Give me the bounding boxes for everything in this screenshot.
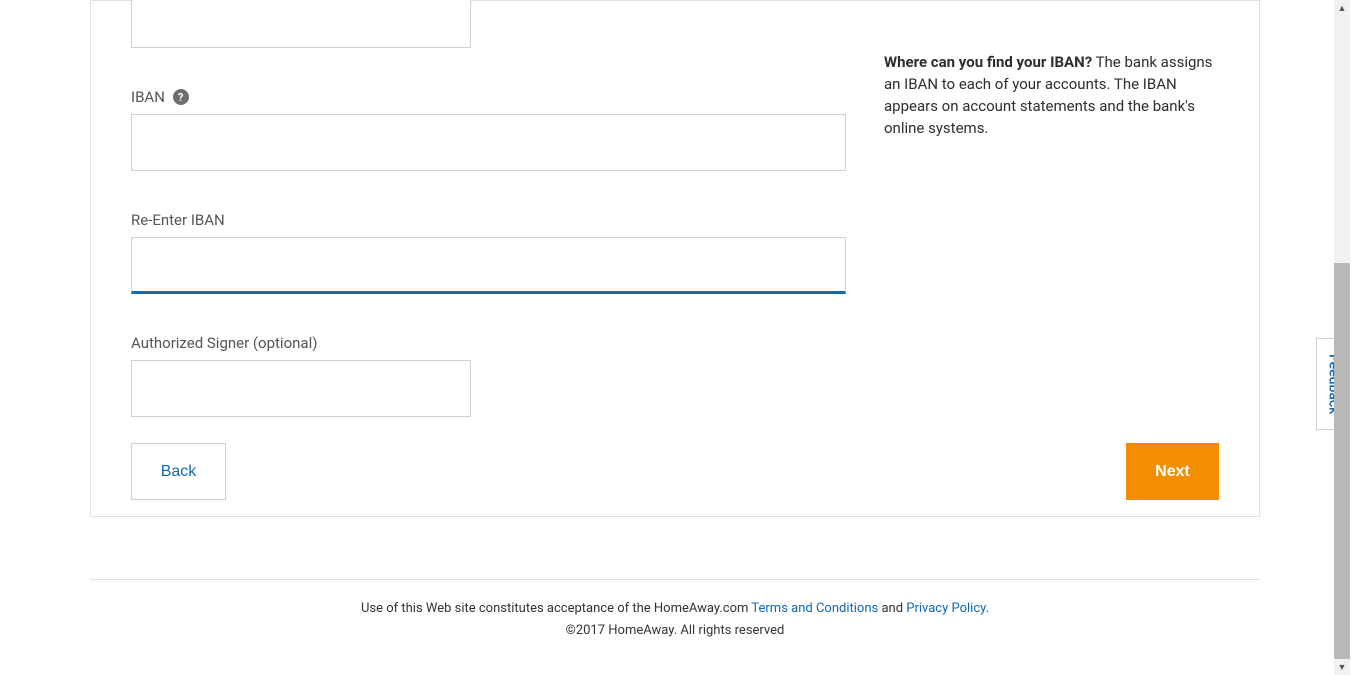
- scrollbar[interactable]: ▲ ▼: [1334, 0, 1350, 675]
- help-heading: Where can you find your IBAN?: [884, 53, 1092, 71]
- reenter-iban-label: Re-Enter IBAN: [131, 211, 846, 229]
- help-icon[interactable]: ?: [173, 89, 189, 105]
- back-button[interactable]: Back: [131, 443, 226, 500]
- next-button[interactable]: Next: [1126, 443, 1219, 500]
- footer-period: .: [986, 601, 989, 616]
- signer-input[interactable]: [131, 360, 471, 417]
- scroll-thumb[interactable]: [1334, 263, 1350, 659]
- scroll-down-icon[interactable]: ▼: [1334, 659, 1350, 675]
- iban-label: IBAN ?: [131, 88, 846, 106]
- form-column: IBAN ? Re-Enter IBAN Authorized Signer (…: [131, 1, 846, 417]
- action-row: Back Next: [131, 443, 1219, 500]
- signer-label: Authorized Signer (optional): [131, 334, 846, 352]
- footer-copyright: ©2017 HomeAway. All rights reserved: [90, 620, 1260, 642]
- footer-line-1: Use of this Web site constitutes accepta…: [90, 598, 1260, 620]
- footer: Use of this Web site constitutes accepta…: [90, 579, 1260, 642]
- scroll-up-icon[interactable]: ▲: [1334, 0, 1350, 16]
- reenter-iban-input[interactable]: [131, 237, 846, 294]
- iban-input[interactable]: [131, 114, 846, 171]
- iban-label-text: IBAN: [131, 88, 165, 106]
- terms-link[interactable]: Terms and Conditions: [751, 601, 878, 616]
- form-card: IBAN ? Re-Enter IBAN Authorized Signer (…: [90, 0, 1260, 517]
- reenter-iban-group: Re-Enter IBAN: [131, 211, 846, 294]
- privacy-link[interactable]: Privacy Policy: [906, 601, 985, 616]
- help-text: Where can you find your IBAN? The bank a…: [884, 51, 1219, 139]
- previous-field-input[interactable]: [131, 0, 471, 48]
- iban-group: IBAN ?: [131, 88, 846, 171]
- signer-group: Authorized Signer (optional): [131, 334, 846, 417]
- help-column: Where can you find your IBAN? The bank a…: [884, 1, 1219, 139]
- footer-prefix: Use of this Web site constitutes accepta…: [361, 601, 751, 616]
- footer-and: and: [878, 601, 906, 616]
